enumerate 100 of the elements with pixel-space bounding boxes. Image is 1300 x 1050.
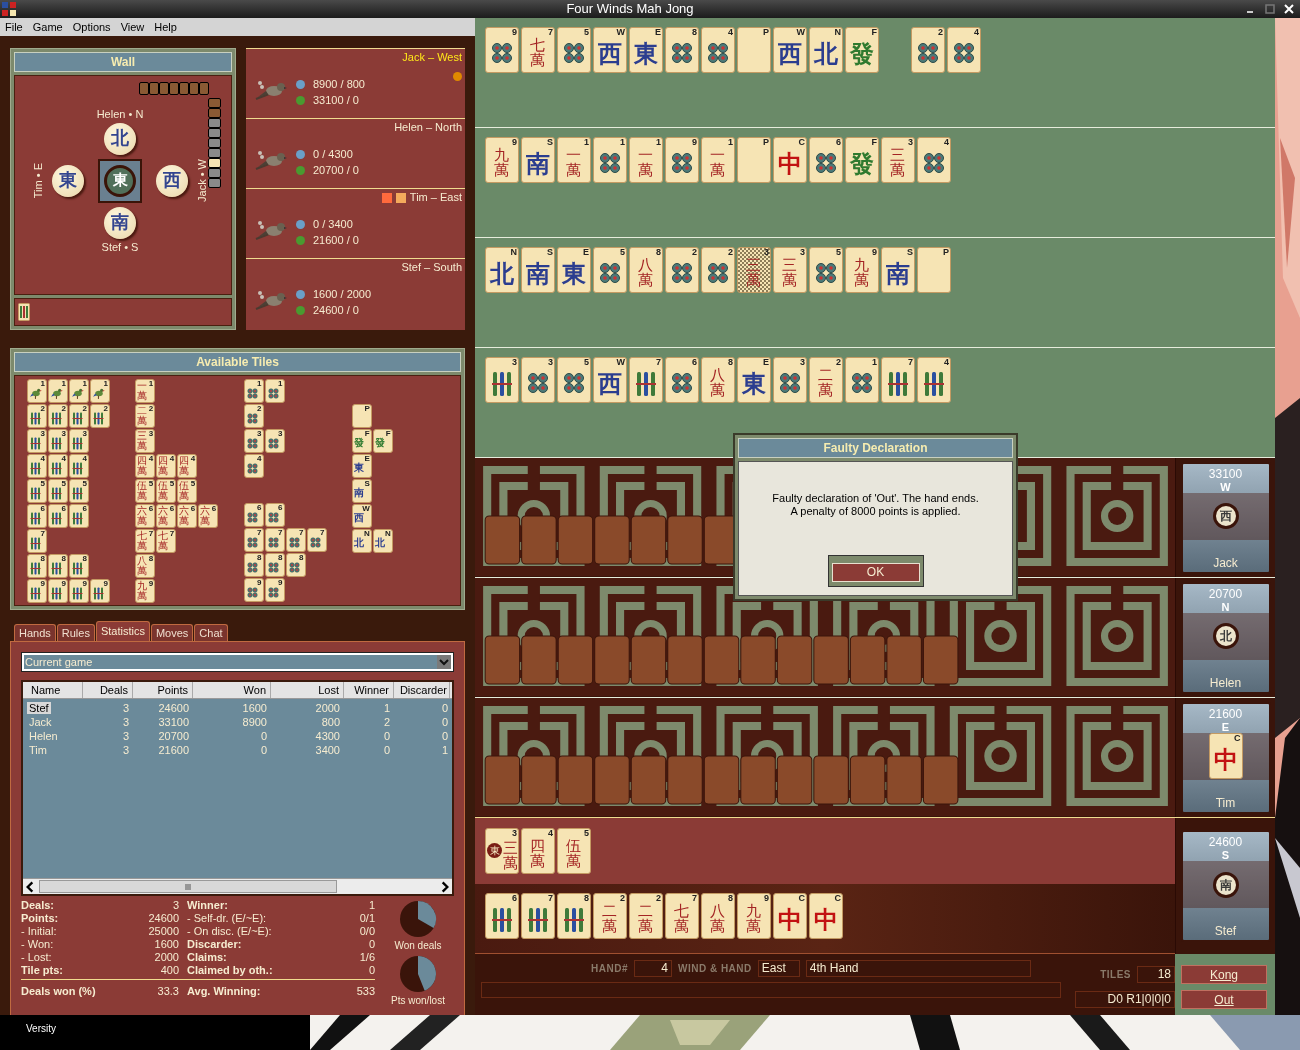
mahjong-tile[interactable]: W 西	[593, 27, 627, 73]
mahjong-tile[interactable]: 3	[485, 357, 519, 403]
mahjong-tile[interactable]: 3	[521, 357, 555, 403]
mahjong-tile[interactable]: W 西	[593, 357, 627, 403]
mahjong-tile[interactable]: 5	[809, 247, 843, 293]
mahjong-tile[interactable]: P	[737, 137, 771, 183]
mahjong-tile[interactable]: C 中	[773, 893, 807, 939]
action-button[interactable]: Kong	[1181, 965, 1267, 984]
mahjong-tile[interactable]: C 中	[1208, 733, 1243, 779]
mahjong-tile[interactable]: P	[917, 247, 951, 293]
mahjong-tile[interactable]: 2 二萬	[629, 893, 663, 939]
mahjong-tile[interactable]: 1	[845, 357, 879, 403]
table-row[interactable]: Stef 3 24600 1600 2000 1 0	[23, 701, 452, 715]
mahjong-tile[interactable]: C 中	[809, 893, 843, 939]
mahjong-tile[interactable]: S 南	[521, 247, 555, 293]
mahjong-tile[interactable]: 9 九萬	[845, 247, 879, 293]
mahjong-tile[interactable]: 5	[593, 247, 627, 293]
mahjong-tile[interactable]: E 東	[557, 247, 591, 293]
menu-item[interactable]: File	[5, 21, 23, 33]
tile-index: 8	[656, 248, 661, 257]
tab[interactable]: Rules	[56, 624, 95, 641]
mahjong-tile[interactable]: 8 八萬	[629, 247, 663, 293]
stat-label: - On disc. (E/~E):	[187, 925, 272, 938]
tile-index: 6	[836, 138, 841, 147]
mahjong-tile[interactable]: 4	[701, 27, 735, 73]
mahjong-tile[interactable]: 2	[665, 247, 699, 293]
mahjong-tile[interactable]: S 南	[521, 137, 555, 183]
mahjong-tile[interactable]: 1	[593, 137, 627, 183]
mahjong-tile[interactable]: 8	[665, 27, 699, 73]
mahjong-tile[interactable]: 9 九萬	[737, 893, 771, 939]
mahjong-tile[interactable]: E 東	[629, 27, 663, 73]
column-header[interactable]: Winner	[344, 682, 394, 698]
mahjong-tile[interactable]: 1 一萬	[557, 137, 591, 183]
mahjong-tile[interactable]: C 中	[773, 137, 807, 183]
mahjong-tile[interactable]: F 發	[845, 27, 879, 73]
table-cell-text: 0	[440, 715, 449, 729]
menu-item[interactable]: Help	[154, 21, 177, 33]
tab[interactable]: Moves	[150, 624, 194, 641]
action-button[interactable]: Out	[1181, 990, 1267, 1009]
mahjong-tile[interactable]: 2	[701, 247, 735, 293]
mahjong-tile[interactable]: 1 一萬	[629, 137, 663, 183]
mahjong-tile[interactable]: 5	[557, 357, 591, 403]
column-header[interactable]: Lost	[271, 682, 344, 698]
tile-index: 3	[800, 358, 805, 367]
tile-index: C	[798, 894, 805, 903]
mahjong-tile[interactable]: 9	[665, 137, 699, 183]
mahjong-tile[interactable]: 4	[947, 27, 981, 73]
mahjong-tile[interactable]: 4	[917, 137, 951, 183]
mahjong-tile[interactable]: 8 八萬	[701, 357, 735, 403]
column-header[interactable]: Discarder	[394, 682, 450, 698]
mahjong-tile[interactable]: 3 三萬	[773, 247, 807, 293]
tab[interactable]: Hands	[14, 624, 56, 641]
ok-button[interactable]: OK	[831, 562, 920, 582]
mahjong-tile[interactable]: 7	[629, 357, 663, 403]
mahjong-tile[interactable]: E 東	[737, 357, 771, 403]
tile-index: S	[364, 480, 370, 488]
mahjong-tile[interactable]: 7 七萬	[665, 893, 699, 939]
mahjong-tile[interactable]: 8	[557, 893, 591, 939]
column-header[interactable]: Name	[23, 682, 83, 698]
mahjong-tile[interactable]: 6	[809, 137, 843, 183]
column-header[interactable]: Points	[133, 682, 193, 698]
menu-item[interactable]: Game	[32, 21, 63, 33]
maximize-icon[interactable]	[1265, 4, 1275, 14]
menu-item[interactable]: Options	[72, 21, 111, 33]
mahjong-tile[interactable]: 7	[521, 893, 555, 939]
tile-index: 7	[656, 358, 661, 367]
mahjong-tile[interactable]: N 北	[485, 247, 519, 293]
menu-item[interactable]: View	[120, 21, 145, 33]
mahjong-tile[interactable]: F 發	[845, 137, 879, 183]
mahjong-tile[interactable]: 3	[773, 357, 807, 403]
mahjong-tile[interactable]: 3 三萬 東	[485, 828, 519, 874]
scrollbar-thumb[interactable]	[39, 880, 337, 893]
mahjong-tile[interactable]: 1 一萬	[701, 137, 735, 183]
mahjong-tile[interactable]: 5	[557, 27, 591, 73]
mahjong-tile[interactable]: 2	[911, 27, 945, 73]
mahjong-tile[interactable]: 3 三萬	[881, 137, 915, 183]
mahjong-tile[interactable]: 9	[485, 27, 519, 73]
horizontal-scrollbar[interactable]	[23, 878, 452, 894]
mahjong-tile[interactable]: S 南	[881, 247, 915, 293]
tab[interactable]: Statistics	[95, 621, 150, 641]
column-header[interactable]: Deals	[83, 682, 133, 698]
mahjong-tile[interactable]: 7	[881, 357, 915, 403]
mahjong-tile[interactable]: P	[737, 27, 771, 73]
mahjong-tile[interactable]: 2 二萬	[809, 357, 843, 403]
mahjong-tile[interactable]: 8 八萬	[701, 893, 735, 939]
mahjong-tile[interactable]: 9 九萬	[485, 137, 519, 183]
mahjong-tile[interactable]: W 西	[773, 27, 807, 73]
mahjong-tile[interactable]: 6	[665, 357, 699, 403]
close-icon[interactable]	[1284, 4, 1294, 14]
column-header[interactable]: Won	[193, 682, 271, 698]
mahjong-tile[interactable]: 6	[485, 893, 519, 939]
mahjong-tile[interactable]: N 北	[809, 27, 843, 73]
mahjong-tile[interactable]: 2 二萬	[593, 893, 627, 939]
mahjong-tile[interactable]: 7 七萬	[521, 27, 555, 73]
tab[interactable]: Chat	[194, 624, 228, 641]
mahjong-tile[interactable]: 3 三萬	[737, 247, 771, 293]
mahjong-tile[interactable]: 4	[917, 357, 951, 403]
mahjong-tile[interactable]: 4 四萬	[521, 828, 555, 874]
mahjong-tile[interactable]: 5 伍萬	[557, 828, 591, 874]
tile-index: W	[796, 28, 805, 37]
